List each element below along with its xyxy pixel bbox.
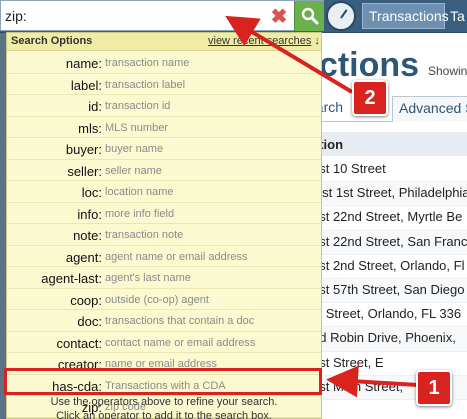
- operator-label: mls:: [78, 120, 102, 136]
- dropdown-header: Search Options view recent searches ↓: [7, 33, 321, 51]
- callout-step-1: 1: [416, 370, 452, 406]
- showing-count-label: Showin: [428, 64, 467, 78]
- help-line-2: Click an operator to add it to the searc…: [56, 410, 272, 419]
- operator-note[interactable]: note: transaction note: [7, 224, 321, 246]
- gauge-icon[interactable]: [326, 1, 356, 31]
- operator-label: label:: [70, 77, 102, 93]
- operator-description: location name: [105, 186, 174, 198]
- tab-advanced-search[interactable]: Advanced Se: [392, 96, 467, 122]
- operator-description: transaction name: [105, 57, 190, 69]
- help-line-1: Use the operators above to refine your s…: [50, 396, 278, 408]
- dropdown-help-text: Use the operators above to refine your s…: [7, 395, 321, 419]
- dropdown-title: Search Options: [11, 35, 93, 47]
- arrow-down-icon: ↓: [314, 35, 320, 47]
- table-row[interactable]: est 22nd Street, San Franc: [300, 230, 467, 255]
- operator-label: name:: [65, 56, 102, 71]
- operator-label: seller:: [67, 163, 102, 179]
- operator-description: outside (co-op) agent: [105, 293, 209, 306]
- operator-label: doc:: [77, 314, 102, 329]
- transactions-table: est 10 Street lest 1st Street, Philadelp…: [300, 158, 467, 400]
- column-header-location[interactable]: ation: [300, 132, 467, 156]
- operator-description: MLS number: [105, 121, 168, 134]
- search-icon: [301, 7, 318, 25]
- operator-loc[interactable]: loc: location name: [7, 181, 321, 203]
- recent-searches-label: view recent searches: [208, 35, 312, 47]
- operator-description: agent name or email address: [105, 250, 248, 263]
- operator-description: transaction note: [105, 229, 184, 241]
- operator-label: agent:: [65, 249, 102, 265]
- operator-seller[interactable]: seller: seller name: [7, 160, 321, 181]
- operator-label: loc:: [81, 185, 102, 200]
- operator-agent[interactable]: agent: agent name or email address: [7, 246, 321, 267]
- operator-label: agent-last:: [41, 271, 102, 286]
- highlight-zip-option: [4, 368, 322, 395]
- operator-id[interactable]: id: transaction id: [7, 95, 321, 117]
- operator-description: transactions that contain a doc: [105, 315, 255, 327]
- table-row[interactable]: in Street, Orlando, FL 336: [300, 303, 467, 328]
- search-operator-list: name: transaction name label: transaction …: [7, 52, 321, 418]
- operator-description: transaction label: [105, 78, 186, 91]
- operator-coop[interactable]: coop: outside (co-op) agent: [7, 289, 321, 310]
- table-row[interactable]: est 22nd Street, Myrtle Be: [300, 206, 467, 231]
- operator-description: more info field: [105, 207, 175, 220]
- operator-label: coop:: [70, 292, 102, 308]
- operator-buyer[interactable]: buyer: buyer name: [7, 138, 321, 160]
- operator-info[interactable]: info: more info field: [7, 203, 321, 224]
- search-input[interactable]: [5, 4, 265, 28]
- tab-next[interactable]: Ta: [450, 3, 467, 29]
- search-button[interactable]: [294, 1, 324, 31]
- callout-step-2: 2: [352, 80, 388, 116]
- operator-mls[interactable]: mls: MLS number: [7, 117, 321, 138]
- operator-label: id:: [88, 99, 102, 114]
- close-icon[interactable]: ✖: [268, 6, 290, 28]
- table-row[interactable]: est 57th Street, San Diego: [300, 278, 467, 304]
- operator-agent-last[interactable]: agent-last: agent's last name: [7, 267, 321, 289]
- operator-label: note:: [73, 228, 102, 243]
- operator-description: seller name: [105, 164, 162, 177]
- search-options-dropdown: Search Options view recent searches ↓ nam…: [6, 32, 322, 419]
- view-recent-searches-link[interactable]: view recent searches ↓: [208, 35, 320, 47]
- search-box: ✖: [0, 0, 324, 31]
- operator-description: transaction id: [105, 100, 171, 112]
- table-row[interactable]: lest 1st Street, Philadelphia,: [300, 182, 467, 207]
- operator-description: contact name or email address: [105, 336, 256, 349]
- table-row[interactable]: est 10 Street: [300, 158, 467, 183]
- operator-name[interactable]: name: transaction name: [7, 52, 321, 74]
- operator-label: buyer:: [65, 142, 102, 157]
- tab-transactions[interactable]: Transactions: [362, 3, 449, 29]
- operator-doc[interactable]: doc: transactions that contain a doc: [7, 310, 321, 332]
- table-row[interactable]: est 2nd Street, Orlando, Fl: [300, 255, 467, 279]
- table-row[interactable]: ed Robin Drive, Phoenix,: [300, 327, 467, 352]
- operator-label: info:: [77, 206, 102, 222]
- operator-description: buyer name: [105, 143, 164, 155]
- operator-label: contact:: [56, 335, 102, 351]
- operator-contact[interactable]: contact: contact name or email address: [7, 332, 321, 353]
- operator-label[interactable]: label: transaction label: [7, 74, 321, 95]
- operator-description: agent's last name: [105, 272, 191, 284]
